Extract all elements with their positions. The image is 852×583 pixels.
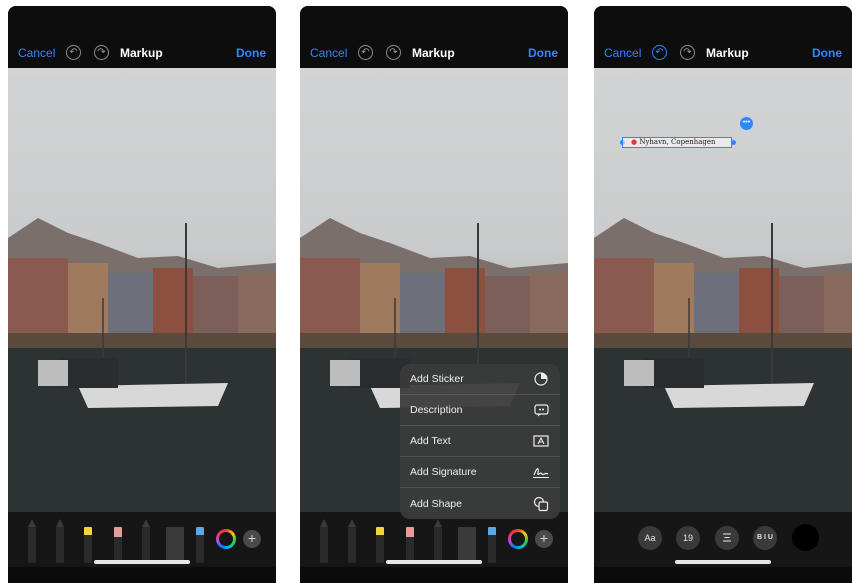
text-style-button[interactable]: B I U (753, 526, 777, 550)
undo-icon[interactable]: ↶ (652, 45, 667, 60)
menu-item-add-text[interactable]: Add Text (400, 426, 560, 457)
text-annotation[interactable]: ● Nyhavn, Copenhagen (622, 137, 732, 148)
pen-tool[interactable] (320, 519, 328, 563)
align-button[interactable] (715, 526, 739, 550)
undo-icon[interactable]: ↶ (358, 45, 373, 60)
menu-item-label: Add Shape (410, 497, 462, 510)
menu-item-add-signature[interactable]: Add Signature (400, 457, 560, 488)
ruler-tool[interactable] (458, 527, 476, 563)
add-menu: Add Sticker Description Add Text Add Sig… (400, 364, 560, 519)
screen-markup-tools: Cancel ↶ ↷ Markup Done + (8, 6, 276, 583)
text-box-handle-right[interactable] (731, 140, 736, 145)
cancel-button[interactable]: Cancel (18, 46, 55, 60)
undo-icon[interactable]: ↶ (66, 45, 81, 60)
page-title: Markup (706, 46, 749, 60)
plus-icon[interactable]: + (243, 530, 261, 548)
cancel-button[interactable]: Cancel (310, 46, 347, 60)
eraser-tool[interactable] (114, 527, 122, 563)
home-indicator (675, 560, 771, 564)
menu-item-label: Add Sticker (410, 373, 464, 385)
pen-tool[interactable] (28, 519, 36, 563)
screen-markup-text-editing: Cancel ↶ ↷ Markup Done ••• ● Nyhavn, Cop… (594, 6, 852, 583)
marker-tool[interactable] (348, 519, 356, 563)
redo-icon[interactable]: ↷ (680, 45, 695, 60)
pencil-tool[interactable] (434, 519, 442, 563)
description-icon (532, 401, 550, 419)
sticker-icon (532, 370, 550, 388)
navigation-bar: Cancel ↶ ↷ Markup Done (8, 6, 276, 68)
color-wheel-icon[interactable] (216, 529, 236, 549)
text-format-toolbar: Aa 19 B I U (594, 512, 852, 567)
text-box-icon (532, 432, 550, 450)
done-button[interactable]: Done (236, 46, 266, 60)
menu-item-label: Description (410, 404, 463, 416)
menu-item-add-shape[interactable]: Add Shape (400, 488, 560, 519)
shapes-icon (532, 495, 550, 513)
done-button[interactable]: Done (528, 46, 558, 60)
font-size-button[interactable]: 19 (676, 526, 700, 550)
marker-tool[interactable] (56, 519, 64, 563)
eraser-tool[interactable] (406, 527, 414, 563)
harbor-photo (594, 218, 852, 512)
signature-icon (532, 463, 550, 481)
page-title: Markup (120, 46, 163, 60)
highlighter-tool[interactable] (376, 527, 384, 563)
font-button[interactable]: Aa (638, 526, 662, 550)
menu-item-label: Add Signature (410, 466, 477, 478)
done-button[interactable]: Done (812, 46, 842, 60)
home-indicator (94, 560, 190, 564)
harbor-photo (8, 218, 276, 512)
menu-item-add-sticker[interactable]: Add Sticker (400, 364, 560, 395)
photo-canvas[interactable] (594, 68, 852, 512)
plus-icon[interactable]: + (535, 530, 553, 548)
highlighter-tool[interactable] (84, 527, 92, 563)
ellipsis-icon[interactable]: ••• (740, 117, 753, 130)
align-icon (723, 533, 731, 542)
fountain-pen-tool[interactable] (488, 527, 496, 563)
navigation-bar: Cancel ↶ ↷ Markup Done (594, 6, 852, 68)
pencil-tool[interactable] (142, 519, 150, 563)
home-indicator (386, 560, 482, 564)
color-wheel-icon[interactable] (508, 529, 528, 549)
menu-item-description[interactable]: Description (400, 395, 560, 426)
text-color-button[interactable] (792, 524, 819, 551)
screen-markup-add-menu: Cancel ↶ ↷ Markup Done + Add Sticker Des… (300, 6, 568, 583)
drawing-toolbar: + (8, 512, 276, 567)
ruler-tool[interactable] (166, 527, 184, 563)
fountain-pen-tool[interactable] (196, 527, 204, 563)
pin-icon: ● (631, 138, 638, 146)
text-annotation-content: Nyhavn, Copenhagen (639, 138, 716, 146)
drawing-toolbar: + (300, 512, 568, 567)
menu-item-label: Add Text (410, 435, 451, 447)
redo-icon[interactable]: ↷ (386, 45, 401, 60)
photo-canvas[interactable] (8, 68, 276, 512)
navigation-bar: Cancel ↶ ↷ Markup Done (300, 6, 568, 68)
page-title: Markup (412, 46, 455, 60)
cancel-button[interactable]: Cancel (604, 46, 641, 60)
redo-icon[interactable]: ↷ (94, 45, 109, 60)
